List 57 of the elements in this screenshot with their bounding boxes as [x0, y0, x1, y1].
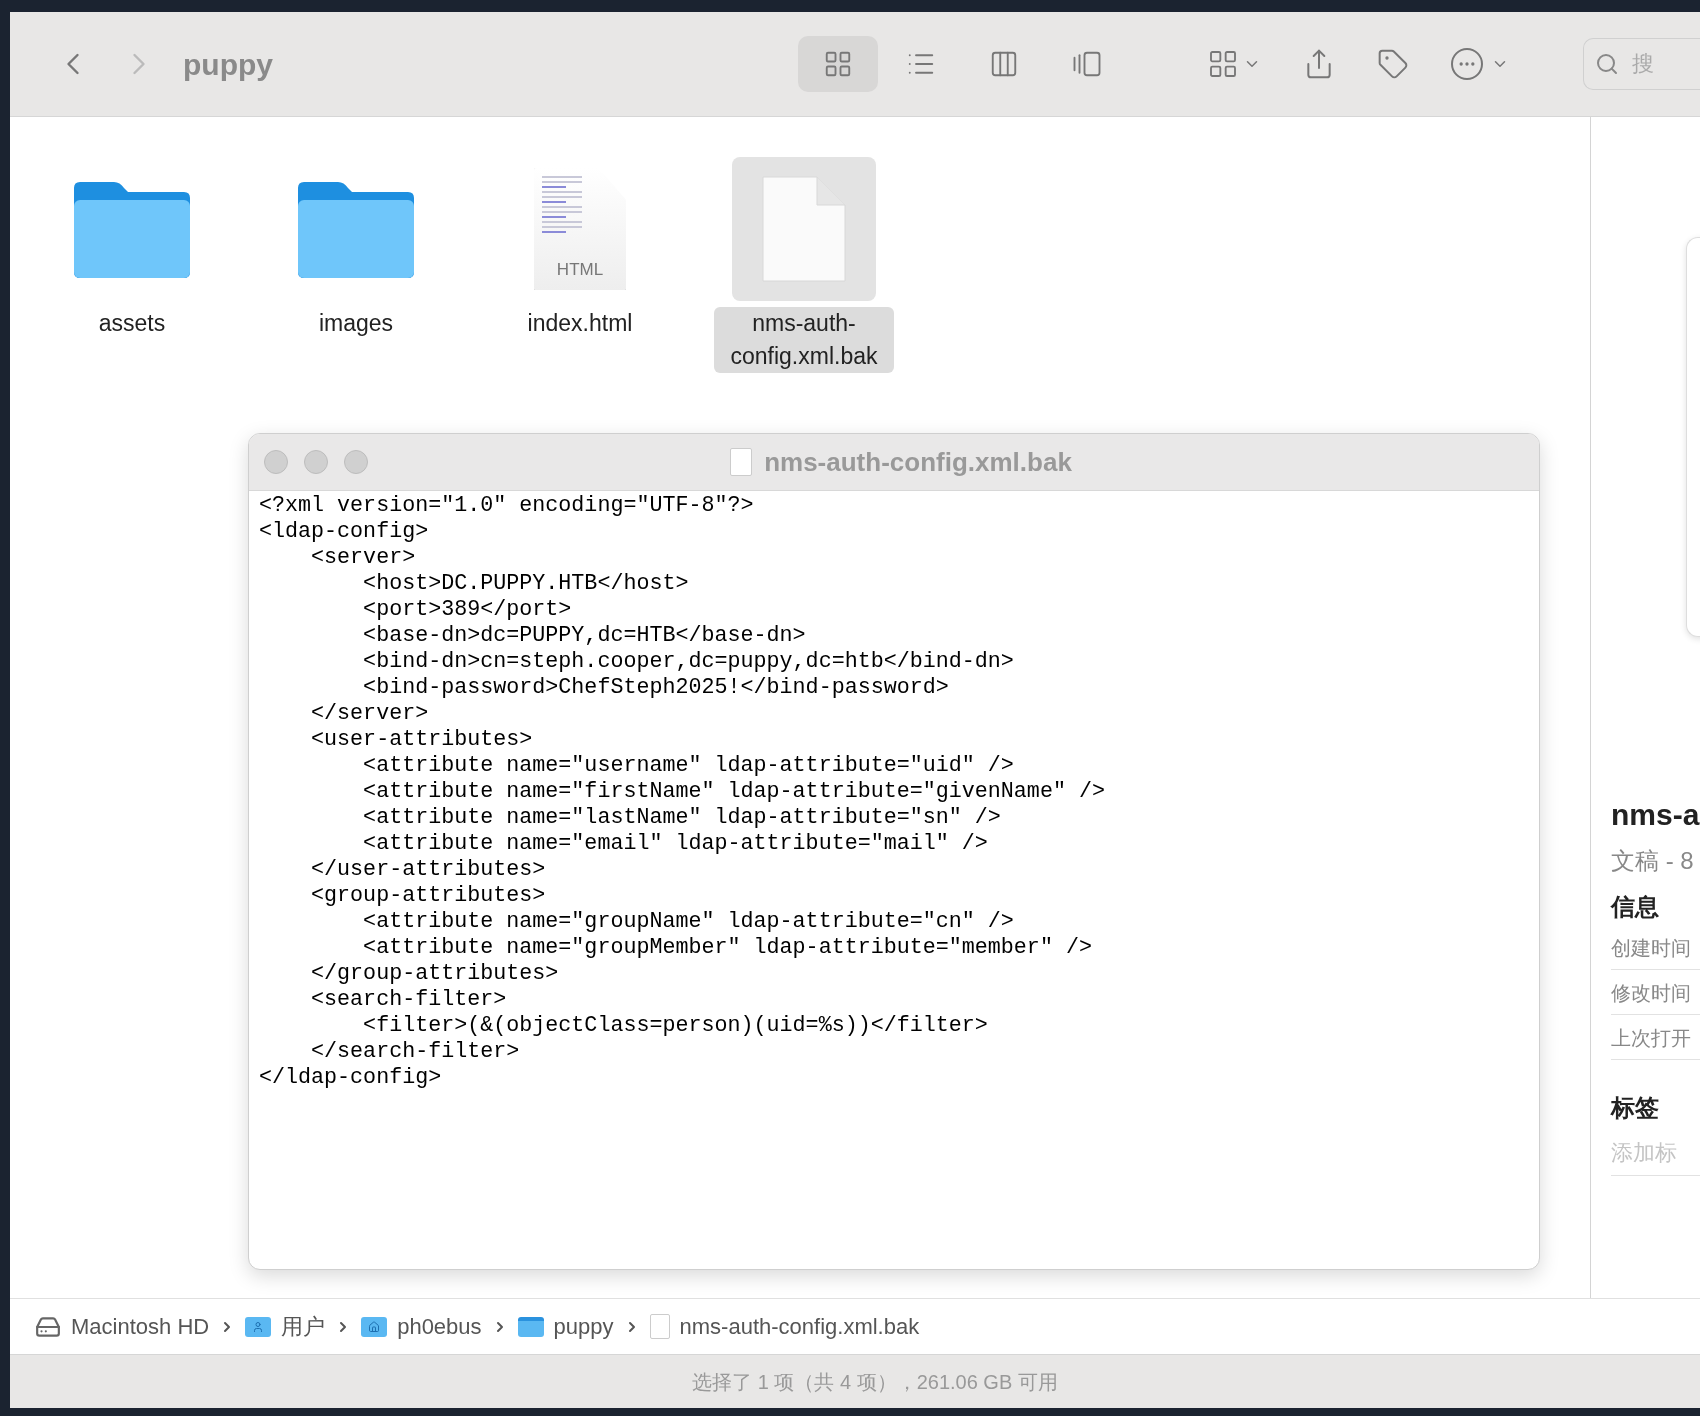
quick-look-title: nms-auth-config.xml.bak — [764, 445, 1072, 479]
code-line: </ldap-config> — [259, 1065, 442, 1091]
code-line: </server> — [310, 701, 429, 727]
columns-icon — [989, 49, 1019, 79]
user-folder-icon — [245, 1316, 272, 1337]
code-line: <attribute name="username" ldap-attribute="uid" /> — [362, 753, 1014, 779]
code-line: <port>389</port> — [362, 597, 572, 623]
code-line: <attribute name="groupMember" ldap-attribute="member" /> — [362, 935, 1092, 961]
code-line: </user-attributes> — [310, 857, 546, 883]
file-name[interactable]: nms-auth-config.xml.bak — [714, 307, 894, 373]
inspector-file-name: nms-a — [1611, 797, 1700, 833]
search-field[interactable]: 搜 — [1583, 38, 1700, 90]
code-line: <user-attributes> — [310, 727, 533, 753]
file-name[interactable]: index.html — [521, 307, 639, 340]
path-item[interactable]: Macintosh HD — [71, 1310, 210, 1343]
code-line: </group-attributes> — [310, 961, 559, 987]
code-line: <?xml version="1.0" encoding="UTF-8"?> — [259, 493, 754, 519]
code-line: <ldap-config> — [259, 519, 429, 545]
info-heading: 信息 — [1611, 892, 1660, 922]
grid-icon — [1207, 48, 1239, 80]
code-line: <host>DC.PUPPY.HTB</host> — [362, 571, 689, 597]
info-row-label: 修改时间 — [1611, 978, 1700, 1015]
file-type-label: HTML — [556, 258, 604, 281]
folder-icon — [517, 1316, 544, 1337]
search-icon — [1595, 52, 1619, 76]
file-name[interactable]: assets — [92, 307, 172, 340]
code-line: <attribute name="groupName" ldap-attribute="cn" /> — [362, 909, 1014, 935]
file-name[interactable]: images — [312, 307, 400, 340]
window-title: puppy — [183, 46, 273, 83]
path-item[interactable]: nms-auth-config.xml.bak — [679, 1310, 920, 1343]
path-item[interactable]: 用户 — [281, 1310, 326, 1343]
grid-view-button[interactable] — [798, 36, 878, 92]
code-line: <group-attributes> — [310, 883, 546, 909]
code-line: </search-filter> — [310, 1039, 520, 1065]
code-line: <base-dn>dc=PUPPY,dc=HTB</base-dn> — [362, 623, 806, 649]
tag-button[interactable] — [1377, 48, 1409, 80]
tags-heading: 标签 — [1611, 1093, 1660, 1123]
info-row-label: 上次打开 — [1611, 1023, 1700, 1060]
path-item[interactable]: puppy — [553, 1310, 614, 1343]
file-kind-text: 文稿 - 8 — [1611, 846, 1695, 876]
grid-icon — [823, 49, 853, 79]
status-text: 选择了 1 项（共 4 项），261.06 GB 可用 — [692, 1369, 1058, 1395]
document-icon — [730, 448, 753, 476]
document-icon — [649, 1314, 670, 1339]
code-line: <bind-dn>cn=steph.cooper,dc=puppy,dc=htb</bind-dn> — [362, 649, 1014, 675]
info-row-label: 创建时间 — [1611, 933, 1700, 970]
code-line: <server> — [310, 545, 416, 571]
tag-icon — [1377, 48, 1409, 80]
gallery-icon — [1072, 49, 1102, 79]
code-line: <bind-password>ChefSteph2025!</bind-password> — [362, 675, 949, 701]
home-folder-icon — [361, 1316, 388, 1337]
code-line: <filter>(&(objectClass=person)(uid=%s))</filter> — [362, 1013, 988, 1039]
code-line: <search-filter> — [310, 987, 507, 1013]
path-item[interactable]: ph0ebus — [397, 1310, 482, 1343]
code-line: <attribute name="email" ldap-attribute="mail" /> — [362, 831, 988, 857]
code-line: <attribute name="lastName" ldap-attribute="sn" /> — [362, 805, 1001, 831]
code-line: <attribute name="firstName" ldap-attribute="givenName" /> — [362, 779, 1105, 805]
